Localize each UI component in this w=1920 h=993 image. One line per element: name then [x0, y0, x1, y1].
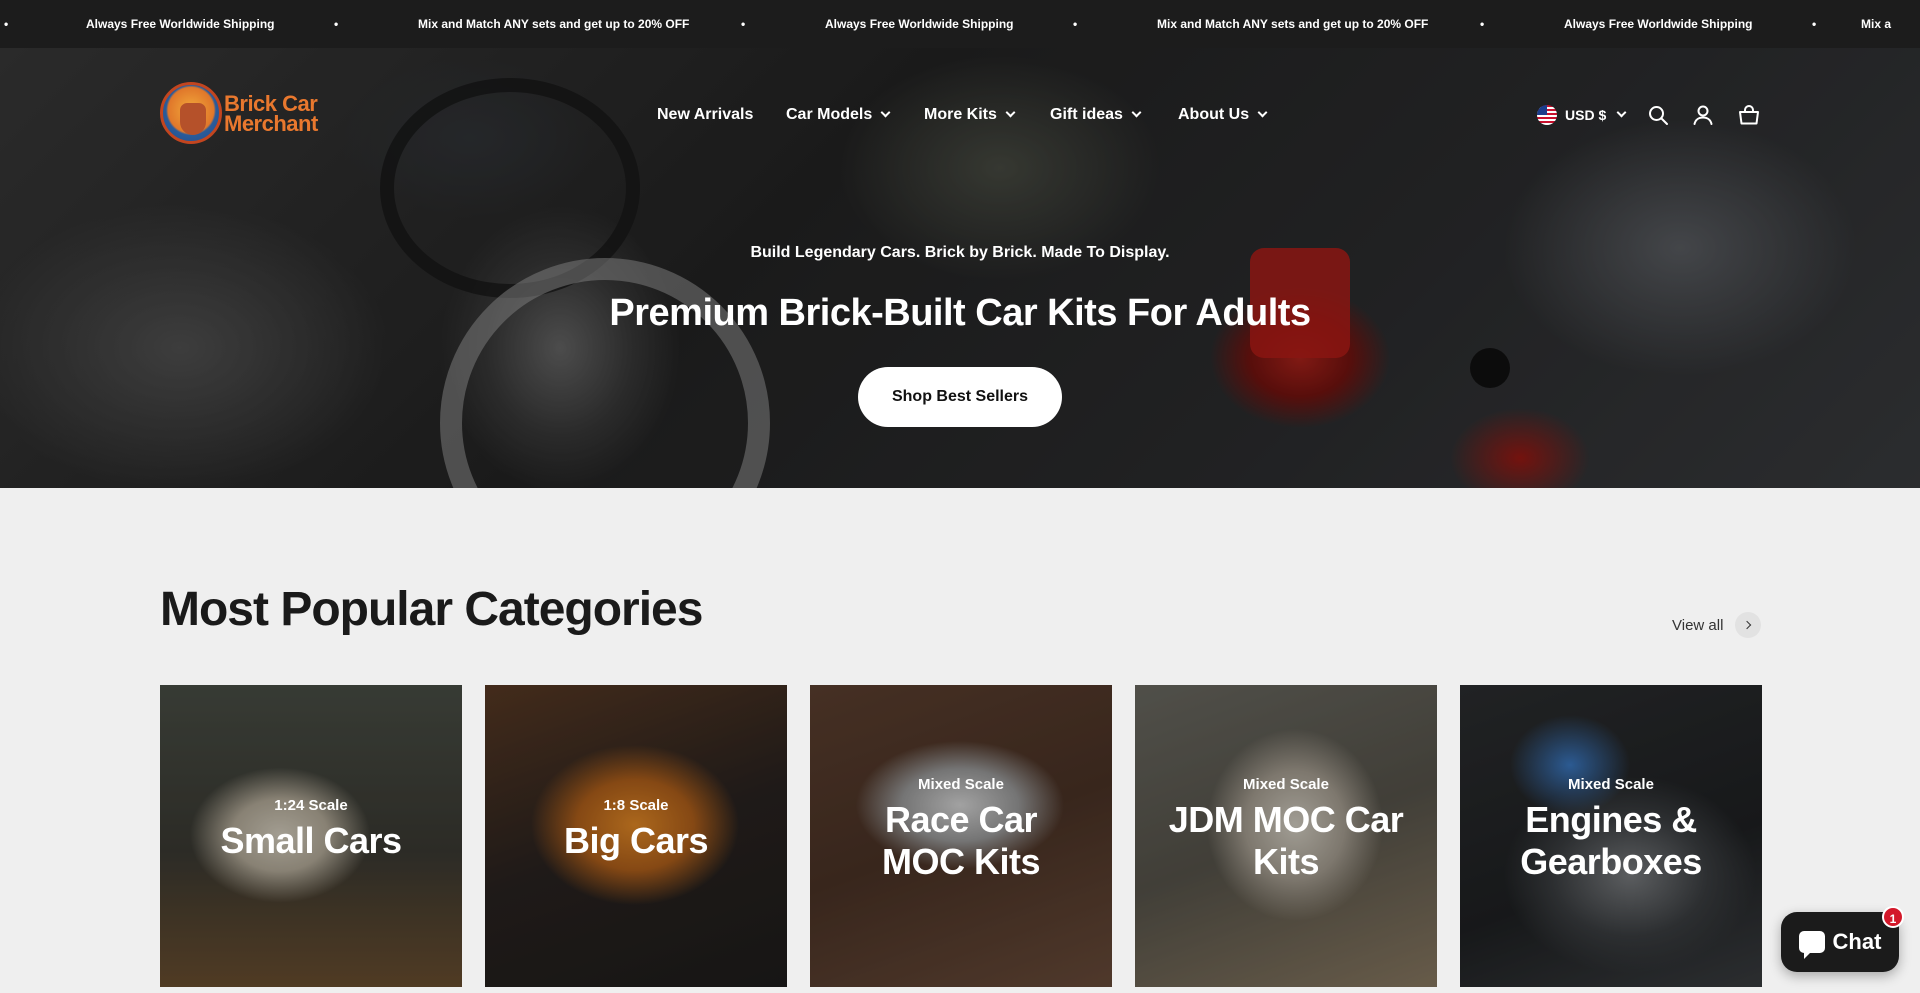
card-scale: Mixed Scale [1243, 776, 1329, 793]
announcement-separator: • [1812, 17, 1817, 31]
hero-title: Premium Brick-Built Car Kits For Adults [609, 292, 1311, 334]
card-name-line: JDM MOC Car [1168, 799, 1404, 840]
chevron-down-icon [1131, 107, 1142, 118]
announcement-separator: • [1480, 17, 1485, 31]
announcement-separator: • [4, 17, 9, 31]
view-all-link[interactable]: View all [1672, 612, 1762, 638]
nav-label: Gift ideas [1050, 106, 1123, 123]
card-caption: 1:24 Scale Small Cars [160, 797, 462, 862]
nav-label: Car Models [786, 106, 873, 123]
announcement-message: Always Free Worldwide Shipping [86, 17, 275, 31]
card-name-line: Kits [1252, 841, 1320, 882]
chat-bubble-icon [1798, 931, 1825, 959]
category-card-race-car-moc-kits[interactable]: Mixed Scale Race Car MOC Kits [810, 685, 1112, 987]
card-caption: 1:8 Scale Big Cars [485, 797, 787, 862]
currency-selector[interactable]: USD $ [1537, 104, 1627, 126]
chevron-down-icon [1616, 107, 1627, 117]
announcement-separator: • [334, 17, 339, 31]
nav-item-gift-ideas[interactable]: Gift ideas [1050, 104, 1142, 126]
section-title: Most Popular Categories [160, 583, 703, 636]
card-scale: Mixed Scale [918, 776, 1004, 793]
nav-item-more-kits[interactable]: More Kits [924, 104, 1016, 126]
card-scale: 1:8 Scale [603, 797, 669, 814]
view-all-label: View all [1672, 616, 1724, 634]
nav-item-car-models[interactable]: Car Models [786, 104, 891, 126]
chat-notification-badge: 1 [1882, 906, 1904, 928]
card-name: Small Cars [220, 820, 402, 861]
card-name: JDM MOC Car Kits [1135, 799, 1437, 883]
chevron-down-icon [1257, 107, 1268, 118]
announcement-bar: • Always Free Worldwide Shipping • Mix a… [0, 0, 1920, 48]
logo-wordmark: Brick Car Merchant [224, 93, 318, 136]
card-name-line: Gearboxes [1520, 841, 1702, 882]
brand-logo[interactable]: Brick Car Merchant [160, 82, 320, 146]
announcement-message: Always Free Worldwide Shipping [1564, 17, 1753, 31]
chat-button[interactable]: Chat [1781, 912, 1899, 972]
logo-beard-icon [180, 103, 206, 135]
category-card-big-cars[interactable]: 1:8 Scale Big Cars [485, 685, 787, 987]
announcement-message: Always Free Worldwide Shipping [825, 17, 1014, 31]
card-name: Big Cars [563, 820, 709, 861]
shop-best-sellers-button[interactable]: Shop Best Sellers [858, 367, 1062, 427]
logo-mark-icon [160, 82, 222, 144]
nav-label: About Us [1178, 106, 1250, 123]
card-name: Race Car MOC Kits [810, 799, 1112, 883]
card-name-line: Engines & [1525, 799, 1697, 840]
card-name-line: Race Car [884, 799, 1038, 840]
nav-label: New Arrivals [657, 106, 754, 123]
hero-subtitle: Build Legendary Cars. Brick by Brick. Ma… [750, 244, 1170, 261]
category-card-jdm-moc-car-kits[interactable]: Mixed Scale JDM MOC Car Kits [1135, 685, 1437, 987]
card-scale: 1:24 Scale [274, 797, 348, 814]
nav-item-new-arrivals[interactable]: New Arrivals [657, 104, 753, 126]
chat-label: Chat [1832, 929, 1882, 954]
account-icon[interactable] [1691, 103, 1715, 127]
chevron-down-icon [880, 107, 891, 118]
cart-icon[interactable] [1737, 103, 1761, 127]
card-caption: Mixed Scale Engines & Gearboxes [1460, 776, 1762, 883]
announcement-message: Mix and Match ANY sets and get up to 20%… [1157, 17, 1429, 31]
currency-label: USD $ [1565, 107, 1607, 123]
category-card-engines-gearboxes[interactable]: Mixed Scale Engines & Gearboxes [1460, 685, 1762, 987]
card-scale: Mixed Scale [1568, 776, 1654, 793]
category-card-small-cars[interactable]: 1:24 Scale Small Cars [160, 685, 462, 987]
announcement-message: Mix a [1861, 17, 1892, 31]
search-icon[interactable] [1646, 103, 1670, 127]
chevron-right-icon [1735, 612, 1762, 638]
announcement-message: Mix and Match ANY sets and get up to 20%… [418, 17, 690, 31]
card-caption: Mixed Scale Race Car MOC Kits [810, 776, 1112, 883]
card-name: Engines & Gearboxes [1460, 799, 1762, 883]
announcement-separator: • [1073, 17, 1078, 31]
chevron-down-icon [1005, 107, 1016, 118]
announcement-separator: • [741, 17, 746, 31]
card-caption: Mixed Scale JDM MOC Car Kits [1135, 776, 1437, 883]
nav-label: More Kits [924, 106, 997, 123]
us-flag-icon [1537, 105, 1557, 125]
card-name-line: MOC Kits [882, 841, 1041, 882]
logo-line-2: Merchant [224, 111, 318, 136]
nav-item-about-us[interactable]: About Us [1178, 104, 1268, 126]
